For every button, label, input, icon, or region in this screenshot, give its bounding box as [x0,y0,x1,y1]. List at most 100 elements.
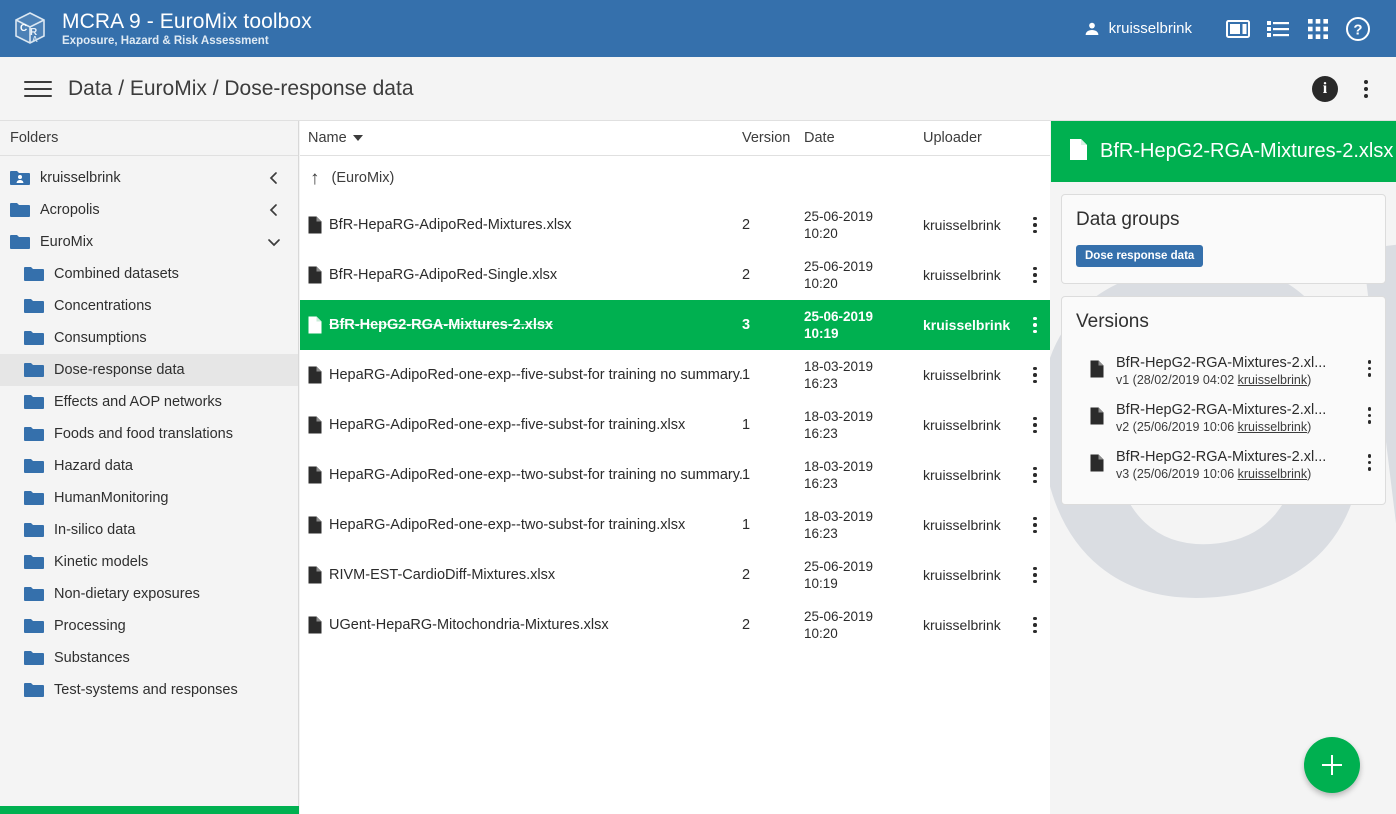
version-list-item[interactable]: BfR-HepG2-RGA-Mixtures-2.xl... v3 (25/06/… [1076,441,1371,488]
row-menu[interactable] [1020,267,1050,284]
sidebar-item-humanmonitoring[interactable]: HumanMonitoring [0,482,298,514]
document-icon [308,466,322,484]
sidebar-item-hazard-data[interactable]: Hazard data [0,450,298,482]
table-row[interactable]: HepaRG-AdipoRed-one-exp--five-subst-for … [300,350,1050,400]
version-file-name: BfR-HepG2-RGA-Mixtures-2.xl... [1116,449,1326,465]
list-view-icon[interactable] [1258,9,1298,49]
brand[interactable]: C R A MCRA 9 - EuroMix toolbox Exposure,… [0,9,312,49]
sidebar-item-label: Foods and food translations [54,426,233,442]
table-row[interactable]: BfR-HepG2-RGA-Mixtures-2.xlsx325-06-2019… [300,300,1050,350]
data-groups-card: Data groups Dose response data [1061,194,1386,284]
document-icon [308,266,322,284]
details-title: BfR-HepG2-RGA-Mixtures-2.xlsx [1100,140,1393,163]
row-menu[interactable] [1020,617,1050,634]
sidebar-item-label: Non-dietary exposures [54,586,200,602]
file-name-cell: HepaRG-AdipoRed-one-exp--five-subst-for … [300,366,742,384]
row-menu-icon[interactable] [1033,217,1037,234]
chevron-down-icon[interactable] [266,234,282,250]
row-menu-icon[interactable] [1368,454,1372,471]
row-menu-icon[interactable] [1033,567,1037,584]
sidebar-item-foods-and-food-translations[interactable]: Foods and food translations [0,418,298,450]
sidebar-item-euromix[interactable]: EuroMix [0,226,298,258]
version-menu[interactable] [1368,407,1372,424]
row-menu-icon[interactable] [1033,267,1037,284]
add-fab-button[interactable] [1304,737,1360,793]
table-row[interactable]: BfR-HepaRG-AdipoRed-Mixtures.xlsx225-06-… [300,200,1050,250]
folder-icon [24,554,44,570]
user-menu[interactable]: kruisselbrink [1083,20,1192,38]
document-icon [1069,138,1088,166]
sidebar-item-test-systems-and-responses[interactable]: Test-systems and responses [0,674,298,706]
hamburger-menu-icon[interactable] [24,79,52,99]
row-menu[interactable] [1020,567,1050,584]
row-menu-icon[interactable] [1033,617,1037,634]
version-meta: v2 (25/06/2019 10:06 kruisselbrink) [1116,420,1362,434]
file-uploader: kruisselbrink [923,367,1020,383]
help-circle-icon[interactable]: ? [1338,9,1378,49]
row-menu[interactable] [1020,417,1050,434]
table-row[interactable]: HepaRG-AdipoRed-one-exp--two-subst-for t… [300,450,1050,500]
file-date: 25-06-201910:20 [804,608,923,642]
row-menu[interactable] [1020,467,1050,484]
row-menu[interactable] [1020,317,1050,334]
file-uploader: kruisselbrink [923,617,1020,633]
version-list-item[interactable]: BfR-HepG2-RGA-Mixtures-2.xl...v1 (28/02/… [1076,347,1371,394]
version-uploader-link[interactable]: kruisselbrink [1238,420,1307,434]
column-header-date[interactable]: Date [804,130,923,146]
data-group-chip[interactable]: Dose response data [1076,245,1203,267]
breadcrumb[interactable]: Data / EuroMix / Dose-response data [68,77,414,101]
sidebar-item-consumptions[interactable]: Consumptions [0,322,298,354]
sidebar-item-in-silico-data[interactable]: In-silico data [0,514,298,546]
document-icon [1090,360,1104,378]
sidebar-item-concentrations[interactable]: Concentrations [0,290,298,322]
version-uploader-link[interactable]: kruisselbrink [1238,467,1307,481]
column-header-version[interactable]: Version [742,130,804,146]
row-menu-icon[interactable] [1033,317,1037,334]
chevron-left-icon[interactable] [266,202,282,218]
column-header-name[interactable]: Name [300,130,742,146]
row-menu-icon[interactable] [1033,417,1037,434]
file-uploader: kruisselbrink [923,217,1020,233]
sidebar-item-combined-datasets[interactable]: Combined datasets [0,258,298,290]
version-menu[interactable] [1368,454,1372,471]
file-date: 18-03-201916:23 [804,508,923,542]
sidebar-item-substances[interactable]: Substances [0,642,298,674]
column-header-uploader[interactable]: Uploader [923,130,1020,146]
version-meta: v3 (25/06/2019 10:06 kruisselbrink) [1116,467,1362,481]
row-menu-icon[interactable] [1368,407,1372,424]
file-name-cell: BfR-HepaRG-AdipoRed-Single.xlsx [300,266,742,284]
chevron-left-icon[interactable] [266,170,282,186]
file-name-cell: HepaRG-AdipoRed-one-exp--five-subst-for … [300,416,742,434]
row-menu[interactable] [1020,367,1050,384]
parent-folder-row[interactable]: ↑ (EuroMix) [300,156,1050,200]
sidebar-item-effects-and-aop-networks[interactable]: Effects and AOP networks [0,386,298,418]
row-menu-icon[interactable] [1033,467,1037,484]
table-row[interactable]: BfR-HepaRG-AdipoRed-Single.xlsx225-06-20… [300,250,1050,300]
user-name: kruisselbrink [1109,20,1192,37]
row-menu-icon[interactable] [1033,517,1037,534]
sidebar-bottom-accent [0,806,299,814]
row-menu[interactable] [1020,217,1050,234]
sidebar-item-non-dietary-exposures[interactable]: Non-dietary exposures [0,578,298,610]
version-uploader-link[interactable]: kruisselbrink [1238,373,1307,387]
sidebar-item-processing[interactable]: Processing [0,610,298,642]
file-name: BfR-HepaRG-AdipoRed-Single.xlsx [329,267,557,283]
table-row[interactable]: UGent-HepaRG-Mitochondria-Mixtures.xlsx2… [300,600,1050,650]
window-panel-icon[interactable] [1218,9,1258,49]
versions-list: BfR-HepG2-RGA-Mixtures-2.xl...v1 (28/02/… [1076,347,1371,488]
row-menu[interactable] [1020,517,1050,534]
table-row[interactable]: RIVM-EST-CardioDiff-Mixtures.xlsx225-06-… [300,550,1050,600]
grid-apps-icon[interactable] [1298,9,1338,49]
sidebar-item-kruisselbrink[interactable]: kruisselbrink [0,162,298,194]
sidebar-item-acropolis[interactable]: Acropolis [0,194,298,226]
info-icon[interactable]: i [1312,76,1338,102]
version-menu[interactable] [1368,360,1372,377]
row-menu-icon[interactable] [1033,367,1037,384]
more-vertical-icon[interactable] [1354,76,1378,102]
version-list-item[interactable]: BfR-HepG2-RGA-Mixtures-2.xl...v2 (25/06/… [1076,394,1371,441]
table-row[interactable]: HepaRG-AdipoRed-one-exp--two-subst-for t… [300,500,1050,550]
row-menu-icon[interactable] [1368,360,1372,377]
sidebar-item-dose-response-data[interactable]: Dose-response data [0,354,298,386]
sidebar-item-kinetic-models[interactable]: Kinetic models [0,546,298,578]
table-row[interactable]: HepaRG-AdipoRed-one-exp--five-subst-for … [300,400,1050,450]
